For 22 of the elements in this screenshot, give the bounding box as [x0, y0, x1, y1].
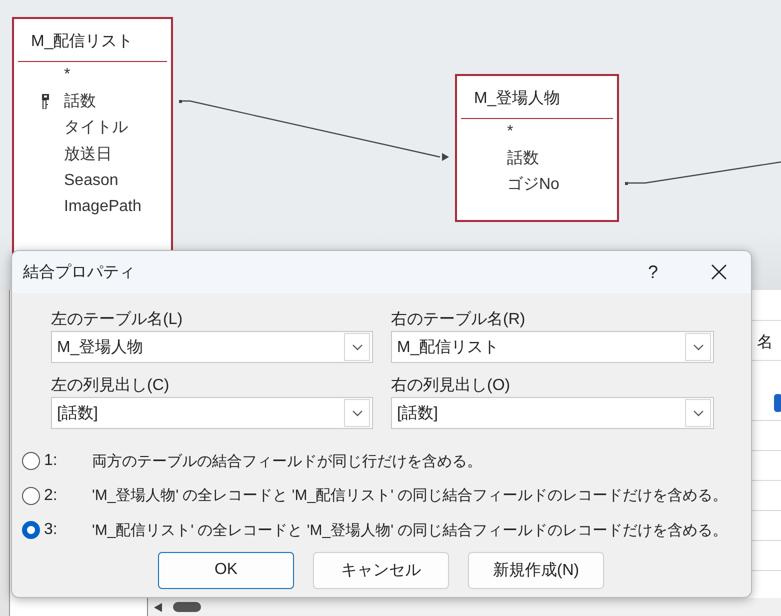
field-name: * [64, 66, 70, 84]
option-text: 'M_配信リスト' の全レコードと 'M_登場人物' の同じ結合フィールドのレコードだけを含める。 [92, 520, 728, 540]
option-number: 2: [43, 486, 58, 505]
field-label: 右の列見出し(O) [391, 376, 512, 396]
field-name: * [507, 123, 514, 142]
table-title: M_登場人物 [473, 89, 562, 109]
field-name: 話数 [64, 92, 96, 112]
field-name: ImagePath [64, 198, 142, 216]
field-name: Season [64, 172, 118, 190]
field-name: 放送日 [64, 144, 112, 165]
column-header: 名 [757, 333, 773, 353]
option-text: 'M_登場人物' の全レコードと 'M_配信リスト' の同じ結合フィールドのレコードだけを含める。 [92, 486, 728, 506]
field-name: タイトル [64, 118, 128, 138]
field-name: 話数 [507, 148, 539, 170]
option-text: 両方のテーブルの結合フィールドが同じ行だけを含める。 [92, 452, 482, 471]
field-name: ゴジNo [507, 175, 560, 196]
field-label: 右のテーブル名(R) [391, 310, 526, 330]
field-label: 左のテーブル名(L) [51, 310, 184, 330]
option-number: 3: [43, 521, 58, 540]
table-title: M_配信リスト [30, 32, 134, 52]
field-label: 左の列見出し(C) [51, 376, 170, 396]
option-number: 1: [43, 452, 58, 470]
